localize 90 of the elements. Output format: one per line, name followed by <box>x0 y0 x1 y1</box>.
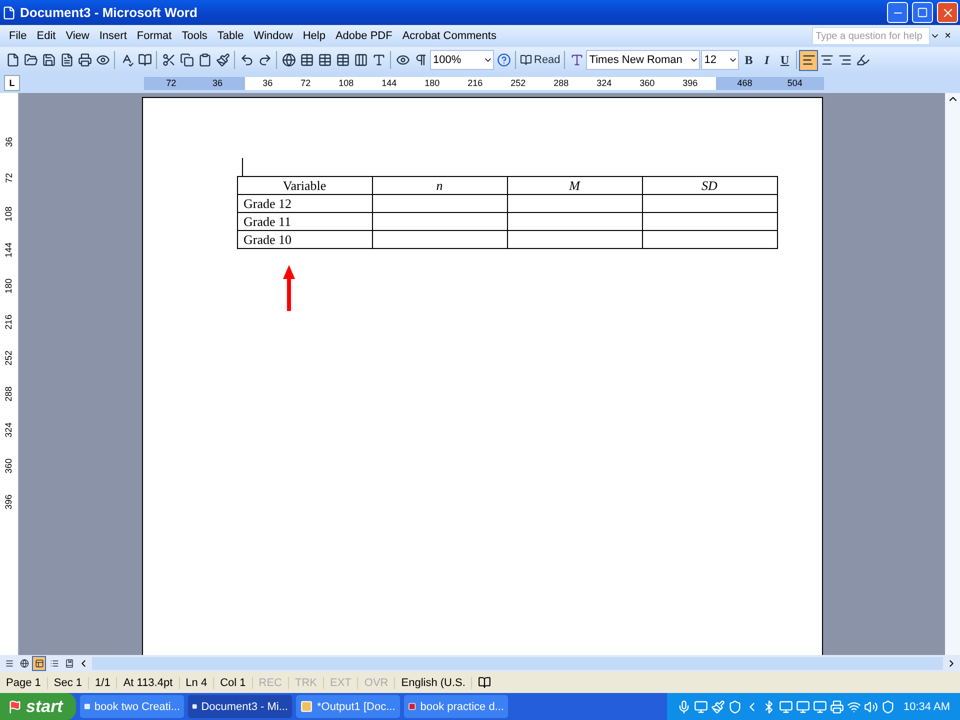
ruler-label: 72 <box>3 173 15 183</box>
close-document-button[interactable]: × <box>940 30 956 42</box>
printer-icon[interactable] <box>830 700 844 714</box>
taskbar-button[interactable]: Document3 - Mi... <box>188 695 292 718</box>
ruler-label: 108 <box>3 206 15 222</box>
font-dropdown[interactable]: Times New Roman <box>586 50 700 70</box>
ruler-label: 288 <box>3 386 15 402</box>
font-size-dropdown[interactable]: 12 <box>701 50 740 70</box>
ruler-label: 252 <box>510 78 526 88</box>
status-field: Col 1 <box>214 676 253 688</box>
ruler-label: 504 <box>787 78 802 88</box>
book-icon[interactable] <box>520 54 532 66</box>
ruler-label: 324 <box>3 422 15 438</box>
menu-item[interactable]: Table <box>212 30 249 42</box>
app-icon[interactable] <box>408 700 416 713</box>
horizontal-scrollbar[interactable] <box>92 657 943 670</box>
ruler-label: 288 <box>554 78 569 88</box>
menu-item[interactable]: Acrobat Comments <box>397 30 502 42</box>
status-field: 1/1 <box>89 676 118 688</box>
ruler-label: 72 <box>166 78 176 88</box>
vertical-scrollbar[interactable] <box>945 93 960 655</box>
ruler-label: 468 <box>737 78 752 88</box>
speaker-icon[interactable] <box>864 700 878 714</box>
menu-item[interactable]: Tools <box>176 30 212 42</box>
computer-icon[interactable] <box>778 700 793 714</box>
security-icon[interactable] <box>880 700 895 714</box>
read-button[interactable]: Read <box>519 50 562 70</box>
table-header-cell: Variable <box>237 176 372 194</box>
underline-button[interactable]: U <box>776 50 794 70</box>
menu-item[interactable]: Insert <box>94 30 132 42</box>
ruler-label: 180 <box>424 78 440 88</box>
clock: 10:34 AM <box>904 700 950 712</box>
shield-icon[interactable] <box>728 700 742 714</box>
status-field: Sec 1 <box>48 676 90 688</box>
help-search-field[interactable]: Type a question for help <box>812 27 930 45</box>
taskbar-button[interactable]: book practice d... <box>404 695 508 718</box>
taskbar-button[interactable]: *Output1 [Doc... <box>296 695 400 718</box>
table-header-cell: M <box>507 176 642 194</box>
ruler-label: 360 <box>640 78 655 88</box>
table-header-cell: n <box>372 176 507 194</box>
zoom-dropdown[interactable]: 100% <box>430 50 494 70</box>
status-field: Page 1 <box>0 676 48 688</box>
ruler-label: 252 <box>3 350 15 366</box>
ruler-label: 324 <box>596 78 612 88</box>
bold-button[interactable]: B <box>740 50 758 70</box>
tab-stop-selector[interactable]: L <box>4 75 20 91</box>
ruler-label: 108 <box>338 78 354 88</box>
restore-button[interactable] <box>912 2 933 23</box>
ruler-label: 396 <box>3 494 15 510</box>
close-button[interactable] <box>937 2 958 23</box>
ruler-label: 36 <box>212 78 222 88</box>
table-cell: Grade 10 <box>237 230 372 248</box>
menu-item[interactable]: Adobe PDF <box>330 30 398 42</box>
menu-item[interactable]: Edit <box>32 30 61 42</box>
menu-item[interactable]: View <box>60 30 94 42</box>
menu-item[interactable]: Window <box>248 30 298 42</box>
up-arrow-annotation <box>282 265 294 311</box>
monitor-icon[interactable] <box>694 700 708 714</box>
spelling-status-icon <box>478 676 492 689</box>
ruler-label: 36 <box>262 78 273 88</box>
table-header-cell: SD <box>642 176 777 194</box>
table-cell: Grade 12 <box>237 194 372 212</box>
ruler-label: 144 <box>3 242 15 258</box>
ruler-label: 144 <box>382 78 397 88</box>
italic-button[interactable]: I <box>758 50 776 70</box>
language-status: English (U.S. <box>395 676 472 688</box>
ruler-label: 216 <box>3 314 15 330</box>
display-icon[interactable] <box>796 700 810 714</box>
wireless-icon[interactable] <box>846 700 861 714</box>
microphone-icon[interactable] <box>676 700 691 714</box>
status-field: Ln 4 <box>180 676 214 688</box>
taskbar-button[interactable]: book two Creati... <box>80 695 184 718</box>
document-icon <box>2 6 16 20</box>
ruler-label: 72 <box>300 78 311 88</box>
ruler-label: 180 <box>3 278 15 294</box>
flag-icon[interactable] <box>8 700 22 714</box>
ruler-label: 216 <box>468 78 483 88</box>
ruler-label: 36 <box>3 137 15 147</box>
ruler-label: 360 <box>3 458 15 474</box>
table-cell: Grade 11 <box>237 212 372 230</box>
status-field: At 113.4pt <box>117 676 180 688</box>
app-icon[interactable] <box>300 700 313 713</box>
ruler-label: 396 <box>682 78 698 88</box>
menu-item[interactable]: Format <box>132 30 177 42</box>
restore-icon[interactable] <box>917 7 928 18</box>
menu-item[interactable]: File <box>4 30 32 42</box>
minimize-button[interactable] <box>887 2 908 23</box>
window-title: Document3 - Microsoft Word <box>20 5 198 20</box>
start-button[interactable]: start <box>0 693 76 720</box>
menu-item[interactable]: Help <box>298 30 330 42</box>
